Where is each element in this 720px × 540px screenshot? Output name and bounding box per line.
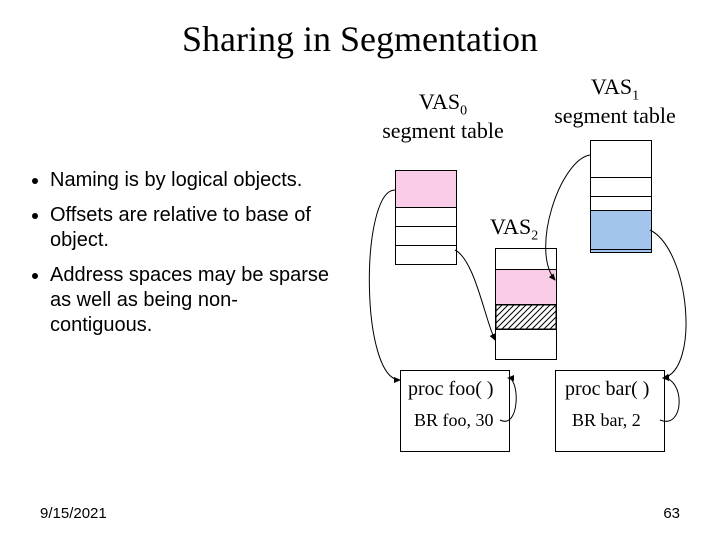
memory-column [495, 248, 557, 360]
proc-bar-label: proc bar( ) [565, 378, 649, 401]
footer-page-number: 63 [663, 505, 680, 522]
vas2-label: VAS2 [490, 215, 538, 244]
table-row [591, 177, 651, 196]
page-title: Sharing in Segmentation [0, 18, 720, 60]
table-row [396, 245, 456, 264]
footer-date: 9/15/2021 [40, 505, 107, 522]
vas1-label: VAS1 segment table [545, 75, 685, 128]
mem-row [496, 249, 556, 269]
bullet-2: Offsets are relative to base of object. [50, 203, 338, 253]
br-foo-label: BR foo, 30 [414, 410, 494, 431]
bullet-1: Naming is by logical objects. [50, 168, 338, 193]
mem-row-hatched [496, 305, 556, 329]
vas0-segment-table [395, 170, 457, 265]
bullet-3: Address spaces may be sparse as well as … [50, 263, 338, 338]
br-bar-label: BR bar, 2 [572, 410, 641, 431]
mem-row [496, 329, 556, 362]
mem-row-pink [496, 269, 556, 305]
table-row [591, 141, 651, 177]
table-row [396, 171, 456, 207]
bullet-list: Naming is by logical objects. Offsets ar… [28, 168, 338, 348]
vas0-label: VAS0 segment table [378, 90, 508, 143]
blue-segment [590, 210, 652, 250]
table-row [396, 207, 456, 226]
table-row [396, 226, 456, 245]
proc-foo-label: proc foo( ) [408, 378, 494, 401]
slide: Sharing in Segmentation Naming is by log… [0, 0, 720, 540]
